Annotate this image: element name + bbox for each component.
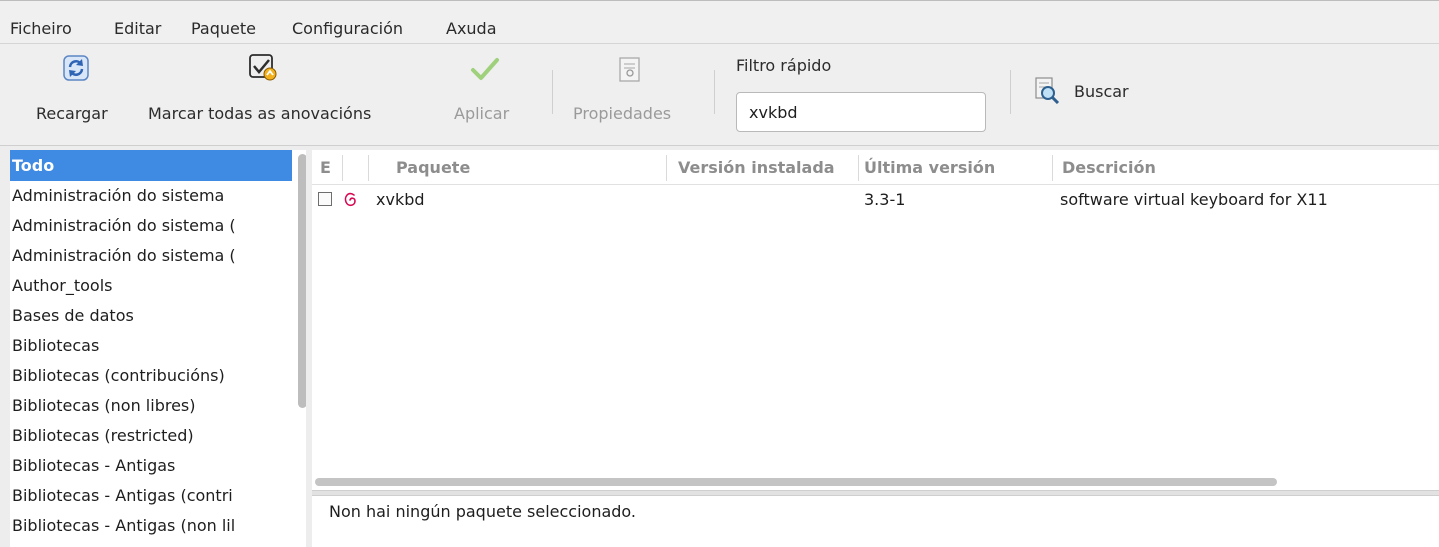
properties-button[interactable]: Propiedades xyxy=(566,48,696,138)
apply-button[interactable]: Aplicar xyxy=(448,48,528,138)
column-divider xyxy=(666,155,667,181)
quick-filter-label: Filtro rápido xyxy=(736,56,832,75)
properties-label: Propiedades xyxy=(573,104,672,123)
package-table-header: E Paquete Versión instalada Última versi… xyxy=(312,150,1439,185)
menu-paquete[interactable]: Paquete xyxy=(191,19,256,38)
category-scrollbar-thumb[interactable] xyxy=(298,154,306,408)
column-description[interactable]: Descrición xyxy=(1062,150,1156,184)
apply-label: Aplicar xyxy=(454,104,510,123)
debian-swirl-icon xyxy=(343,185,359,215)
category-item[interactable]: Bibliotecas (restricted) xyxy=(10,420,292,451)
category-item[interactable]: Bases de datos xyxy=(10,300,292,331)
package-list-pane: E Paquete Versión instalada Última versi… xyxy=(312,150,1439,547)
column-divider xyxy=(368,155,369,181)
reload-button[interactable]: Recargar xyxy=(30,48,130,138)
mark-upgrades-label: Marcar todas as anovacións xyxy=(148,104,372,123)
column-package[interactable]: Paquete xyxy=(396,150,470,184)
category-item[interactable]: Administración do sistema ( xyxy=(10,240,292,271)
table-row[interactable]: xvkbd 3.3-1 software virtual keyboard fo… xyxy=(312,185,1439,215)
category-item[interactable]: Bibliotecas (non libres) xyxy=(10,390,292,421)
package-checkbox[interactable] xyxy=(318,192,332,206)
category-item[interactable]: Administración do sistema xyxy=(10,180,292,211)
toolbar: Recargar Marcar todas as anovacións Apli… xyxy=(0,44,1439,146)
reload-icon xyxy=(62,54,90,86)
category-item[interactable]: Bibliotecas - Antigas xyxy=(10,450,292,481)
category-item[interactable]: Bibliotecas - Antigas (non lil xyxy=(10,510,292,541)
search-label: Buscar xyxy=(1074,82,1129,101)
package-name: xvkbd xyxy=(376,190,425,209)
mark-all-upgrades-button[interactable]: Marcar todas as anovacións xyxy=(146,48,422,138)
menu-axuda[interactable]: Axuda xyxy=(446,19,497,38)
search-button[interactable]: Buscar xyxy=(1030,72,1130,112)
category-item[interactable]: Administración do sistema ( xyxy=(10,210,292,241)
menu-configuracion[interactable]: Configuración xyxy=(292,19,403,38)
toolbar-separator xyxy=(714,70,715,114)
column-divider xyxy=(1052,155,1053,181)
column-latest-version[interactable]: Última versión xyxy=(864,150,995,184)
menu-ficheiro[interactable]: Ficheiro xyxy=(10,19,72,38)
menubar: Ficheiro Editar Paquete Configuración Ax… xyxy=(0,0,1439,44)
menu-editar[interactable]: Editar xyxy=(114,19,161,38)
toolbar-separator xyxy=(552,70,553,114)
category-list: Todo Administración do sistema Administrac… xyxy=(10,150,306,547)
package-details-text: Non hai ningún paquete seleccionado. xyxy=(329,502,637,521)
category-item[interactable]: Bibliotecas xyxy=(10,330,292,361)
pane-splitter[interactable] xyxy=(312,490,1439,496)
search-icon xyxy=(1034,76,1060,108)
category-item[interactable]: Bibliotecas - Antigas (contri xyxy=(10,480,292,511)
column-status[interactable]: E xyxy=(320,150,331,184)
quick-filter-input[interactable] xyxy=(736,92,986,132)
toolbar-separator xyxy=(1010,70,1011,114)
category-item[interactable]: Bibliotecas (contribucións) xyxy=(10,360,292,391)
column-divider xyxy=(858,155,859,181)
category-item-selected[interactable]: Todo xyxy=(10,150,292,181)
mark-upgrades-icon xyxy=(247,52,277,86)
category-item[interactable]: Author_tools xyxy=(10,270,292,301)
package-description: software virtual keyboard for X11 xyxy=(1060,190,1328,209)
latest-version: 3.3-1 xyxy=(864,190,906,209)
check-icon xyxy=(470,56,500,86)
horizontal-scrollbar[interactable] xyxy=(315,478,1277,486)
column-divider xyxy=(342,155,343,181)
properties-icon xyxy=(618,56,642,88)
column-installed-version[interactable]: Versión instalada xyxy=(678,150,835,184)
reload-label: Recargar xyxy=(36,104,108,123)
